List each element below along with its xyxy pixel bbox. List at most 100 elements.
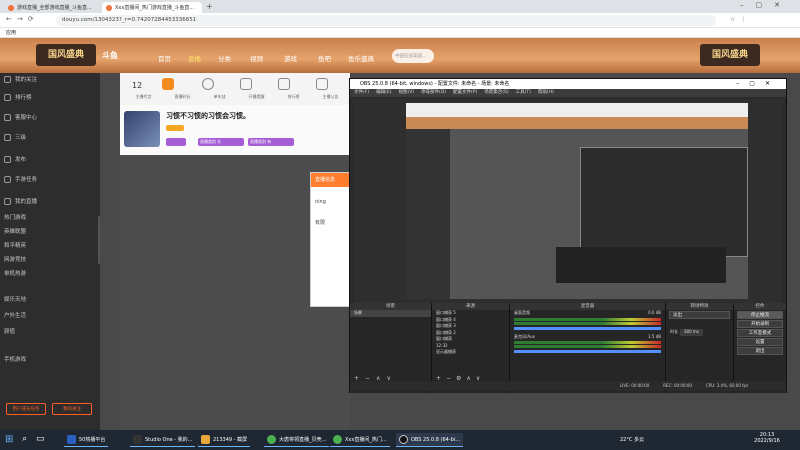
gift-icon[interactable] bbox=[162, 78, 174, 90]
nav-game[interactable]: 游戏 bbox=[284, 53, 297, 63]
scene-item[interactable]: 场景 bbox=[350, 310, 431, 317]
taskbar-app-active[interactable]: OBS 25.0.8 (64-bi... bbox=[396, 433, 463, 447]
transitions-header: 转场特效 bbox=[666, 303, 733, 310]
nav-arrows-icon[interactable]: ←→⟳ bbox=[6, 15, 39, 23]
settings-button[interactable]: 设置 bbox=[737, 338, 783, 346]
bookmark-bar: 应用 bbox=[0, 28, 800, 38]
obs-title-bar: OBS 25.0.8 (64-bit, windows) - 配置文件: 未命名… bbox=[350, 79, 786, 89]
new-tab-icon[interactable]: + bbox=[206, 2, 213, 11]
weather[interactable]: 22°C 多云 bbox=[620, 436, 644, 443]
extension-icons[interactable]: ☆⋮ bbox=[730, 16, 790, 25]
folder-icon bbox=[201, 435, 210, 444]
douyu-logo[interactable]: 斗鱼 bbox=[102, 50, 136, 62]
browser-tab-active[interactable]: Xxx直播间_热门游戏直播_斗鱼直... bbox=[102, 2, 202, 13]
room-tab[interactable]: 主播代言 bbox=[136, 94, 152, 100]
clock-icon[interactable] bbox=[202, 78, 214, 90]
studio-mode-button[interactable]: 工作室模式 bbox=[737, 329, 783, 337]
sidebar-item[interactable]: 户外生活 bbox=[4, 311, 26, 319]
sidebar-item-mobile-task[interactable]: 手游任务 bbox=[4, 175, 37, 183]
obs-menu-item[interactable]: 视图(V) bbox=[398, 89, 414, 97]
volume-slider[interactable] bbox=[514, 326, 661, 330]
room-tab[interactable]: 单车战 bbox=[214, 94, 226, 100]
duration-input[interactable]: 300 ms bbox=[680, 329, 703, 336]
sidebar-item[interactable]: 和平精英 bbox=[4, 241, 26, 249]
windows-start-icon[interactable]: ⊞ bbox=[5, 434, 13, 445]
obs-menu-item[interactable]: 文件(F) bbox=[354, 89, 369, 97]
capture-browser-bar bbox=[406, 103, 748, 117]
category-badge[interactable]: 直播类别 头 bbox=[198, 138, 244, 146]
scenes-header: 场景 bbox=[350, 303, 431, 310]
alarm-icon[interactable] bbox=[278, 78, 290, 90]
transition-select[interactable]: 淡出 bbox=[669, 311, 730, 319]
obs-preview[interactable] bbox=[354, 99, 782, 305]
sidebar-item[interactable]: 单机热游 bbox=[4, 269, 26, 277]
obs-menu-item[interactable]: 配置文件(P) bbox=[453, 89, 477, 97]
window-controls-icon[interactable]: –▢✕ bbox=[740, 1, 792, 9]
sidebar-item[interactable]: 网游竞技 bbox=[4, 255, 26, 263]
nav-video[interactable]: 视频 bbox=[250, 53, 263, 63]
nav-home[interactable]: 首页 bbox=[158, 53, 171, 63]
tab-label: Xxx直播间_热门游戏直播_斗鱼直... bbox=[115, 5, 195, 11]
browser-tab[interactable]: 游戏直播_全部游戏直播_斗鱼直... bbox=[4, 2, 100, 13]
app-label: 大唐将领直播_贝壳... bbox=[279, 437, 327, 443]
follow-button[interactable]: 我的关注 bbox=[52, 403, 92, 415]
sidebar-item-rank[interactable]: 排行榜 bbox=[4, 93, 32, 101]
volume-slider[interactable] bbox=[514, 350, 661, 353]
sidebar-item-follow[interactable]: 我的关注 bbox=[4, 75, 37, 83]
taskbar-app[interactable]: 50热播平台 bbox=[64, 433, 109, 447]
room-tab[interactable]: 主播公告 bbox=[323, 94, 339, 100]
mixer-channel: 桌面音频 0.0 dB bbox=[510, 310, 665, 317]
obs-window-controls-icon[interactable]: –▢✕ bbox=[736, 79, 780, 89]
obs-menu-item[interactable]: 编辑(E) bbox=[376, 89, 391, 97]
task-view-icon[interactable]: ▭ bbox=[36, 434, 45, 444]
rank-icon[interactable] bbox=[316, 78, 328, 90]
bookmark-apps[interactable]: 应用 bbox=[6, 30, 16, 36]
clock[interactable]: 20:13 2022/9/16 bbox=[752, 432, 782, 444]
tag-badge[interactable] bbox=[166, 138, 186, 146]
url-field[interactable]: douyu.com/1304323?_r=0.74207284453336651 bbox=[56, 15, 716, 26]
sidebar-item[interactable]: 颜值 bbox=[4, 327, 15, 335]
sidebar-item-my-live[interactable]: 我的直播 bbox=[4, 197, 37, 205]
start-recording-button[interactable]: 开始录制 bbox=[737, 320, 783, 328]
channel-name: 桌面音频 bbox=[514, 310, 530, 315]
nav-festival[interactable]: 鱼乐盛典 bbox=[348, 53, 374, 63]
taskbar-app[interactable]: Xxx直播间_热门... bbox=[330, 433, 390, 447]
sidebar-item[interactable]: 热门游戏 bbox=[4, 213, 26, 221]
sidebar-item-level[interactable]: 三级 bbox=[4, 133, 26, 141]
search-icon[interactable]: ⌕ bbox=[22, 434, 27, 444]
streamer-avatar[interactable] bbox=[124, 111, 160, 147]
growth-task-button[interactable]: 用户成长任务 bbox=[6, 403, 46, 415]
nav-category[interactable]: 分类 bbox=[218, 53, 231, 63]
cpu-usage: CPU: 3.4%, 60.00 fps bbox=[705, 383, 749, 388]
sidebar-item[interactable]: 手机游戏 bbox=[4, 355, 26, 363]
scenes-dock: 场景 场景 +−∧∨ bbox=[350, 303, 432, 393]
bike-icon[interactable] bbox=[240, 78, 252, 90]
obs-menu-item[interactable]: 工具(T) bbox=[516, 89, 531, 97]
nav-live[interactable]: 直播 bbox=[188, 53, 201, 63]
room-title: 习惯不习惯的习惯会习惯。 bbox=[166, 112, 250, 120]
sidebar-item[interactable]: 英雄联盟 bbox=[4, 227, 26, 235]
sidebar-item[interactable]: 娱乐天地 bbox=[4, 295, 26, 303]
room-tab[interactable]: 直播时长 bbox=[175, 94, 191, 100]
nav-yuba[interactable]: 鱼吧 bbox=[318, 53, 331, 63]
heart-icon bbox=[4, 75, 11, 83]
source-item[interactable]: 显示器捕获 bbox=[432, 349, 509, 356]
room-tab[interactable]: 排行榜 bbox=[288, 94, 300, 100]
category-badge[interactable]: 直播类别 有 bbox=[248, 138, 294, 146]
taskbar-app[interactable]: Studio One - 我的... bbox=[130, 433, 196, 447]
sidebar-item-service[interactable]: 客服中心 bbox=[4, 113, 37, 121]
obs-menu-item[interactable]: 帮助(H) bbox=[538, 89, 554, 97]
stop-stream-button[interactable]: 停止推流 bbox=[737, 311, 783, 319]
dialog-title: 直播信息 bbox=[311, 173, 351, 187]
count-value: 12 bbox=[132, 81, 143, 90]
obs-menu-item[interactable]: 场景集合(S) bbox=[484, 89, 508, 97]
taskbar-app[interactable]: 大唐将领直播_贝壳... bbox=[264, 433, 330, 447]
obs-menu-item[interactable]: 停靠部件(D) bbox=[421, 89, 446, 97]
sidebar-item-publish[interactable]: 发布 bbox=[4, 155, 26, 163]
search-input[interactable]: 中国征战美国... bbox=[392, 49, 434, 63]
exit-button[interactable]: 退出 bbox=[737, 347, 783, 355]
capture-recursive-docks bbox=[556, 247, 726, 283]
room-tab[interactable]: 开播提醒 bbox=[249, 94, 265, 100]
taskbar-app[interactable]: 213349 - 截屏 bbox=[198, 433, 251, 447]
audio-meter bbox=[514, 317, 661, 321]
